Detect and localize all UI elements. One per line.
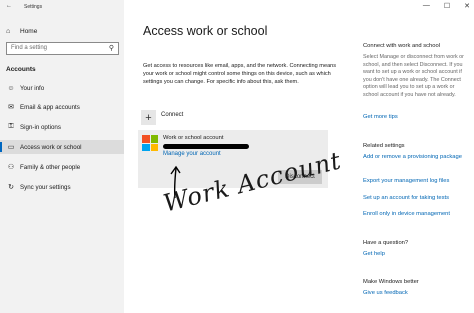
sidebar-item-sync[interactable]: ↻ Sync your settings [0, 180, 124, 194]
sidebar-item-label: Sync your settings [20, 183, 71, 191]
connect-heading: Connect with work and school [363, 43, 441, 49]
related-link-export-logs[interactable]: Export your management log files [363, 178, 467, 186]
sidebar-item-family[interactable]: ⚇ Family & other people [0, 160, 124, 174]
sidebar-item-sign-in[interactable]: ⚿ Sign-in options [0, 120, 124, 134]
mail-icon: ✉ [8, 104, 14, 111]
microsoft-logo-icon [142, 135, 158, 151]
manage-account-link[interactable]: Manage your account [163, 151, 221, 157]
back-arrow-icon[interactable]: ← [6, 3, 12, 9]
search-input[interactable]: Find a setting ⚲ [6, 42, 119, 55]
sidebar-item-your-info[interactable]: ☺ Your info [0, 81, 124, 95]
connect-help-text: Select Manage or disconnect from work or… [363, 54, 464, 98]
close-button[interactable]: ✕ [464, 2, 470, 10]
sidebar-item-label: Sign-in options [20, 123, 61, 131]
briefcase-icon: ▭ [7, 144, 15, 151]
related-heading: Related settings [363, 143, 405, 149]
plus-icon: + [141, 110, 156, 125]
key-icon: ⚿ [8, 123, 14, 130]
main-content: — ☐ ✕ Access work or school Get access t… [124, 0, 474, 313]
sidebar-item-label: Access work or school [20, 143, 82, 151]
sidebar-item-label: Your info [20, 84, 45, 92]
sidebar-item-email[interactable]: ✉ Email & app accounts [0, 100, 124, 114]
sidebar-item-access-work[interactable]: ▭ Access work or school [0, 140, 124, 154]
window-title: Settings [24, 4, 43, 10]
related-link-tests-account[interactable]: Set up an account for taking tests [363, 195, 467, 203]
sidebar-item-label: Family & other people [20, 163, 81, 171]
section-title: Accounts [6, 66, 36, 73]
redacted-email [163, 144, 249, 149]
feedback-link[interactable]: Give us feedback [363, 290, 467, 298]
home-nav-item[interactable]: ⌂ Home [6, 25, 37, 37]
sync-icon: ↻ [8, 184, 14, 191]
home-icon: ⌂ [6, 27, 11, 35]
minimize-button[interactable]: — [423, 2, 430, 10]
account-name: Work or school account [163, 135, 224, 141]
get-more-tips-link[interactable]: Get more tips [363, 114, 467, 122]
question-heading: Have a question? [363, 240, 409, 246]
search-placeholder: Find a setting [11, 45, 48, 51]
related-link-provisioning[interactable]: Add or remove a provisioning package [363, 154, 467, 162]
people-icon: ⚇ [7, 164, 15, 171]
page-title: Access work or school [143, 24, 268, 38]
home-label: Home [20, 27, 38, 35]
get-help-link[interactable]: Get help [363, 251, 467, 259]
sidebar-item-label: Email & app accounts [20, 103, 80, 111]
maximize-button[interactable]: ☐ [444, 2, 450, 10]
intro-text: Get access to resources like email, apps… [143, 63, 337, 85]
feedback-heading: Make Windows better [363, 279, 419, 285]
related-link-enroll[interactable]: Enroll only in device management [363, 211, 467, 219]
person-icon: ☺ [7, 84, 15, 92]
connect-button[interactable]: + Connect [141, 110, 183, 125]
window-controls: — ☐ ✕ [423, 2, 470, 10]
search-icon: ⚲ [108, 45, 114, 52]
connect-label: Connect [161, 111, 184, 118]
sidebar: ← Settings ⌂ Home Find a setting ⚲ Accou… [0, 0, 124, 313]
